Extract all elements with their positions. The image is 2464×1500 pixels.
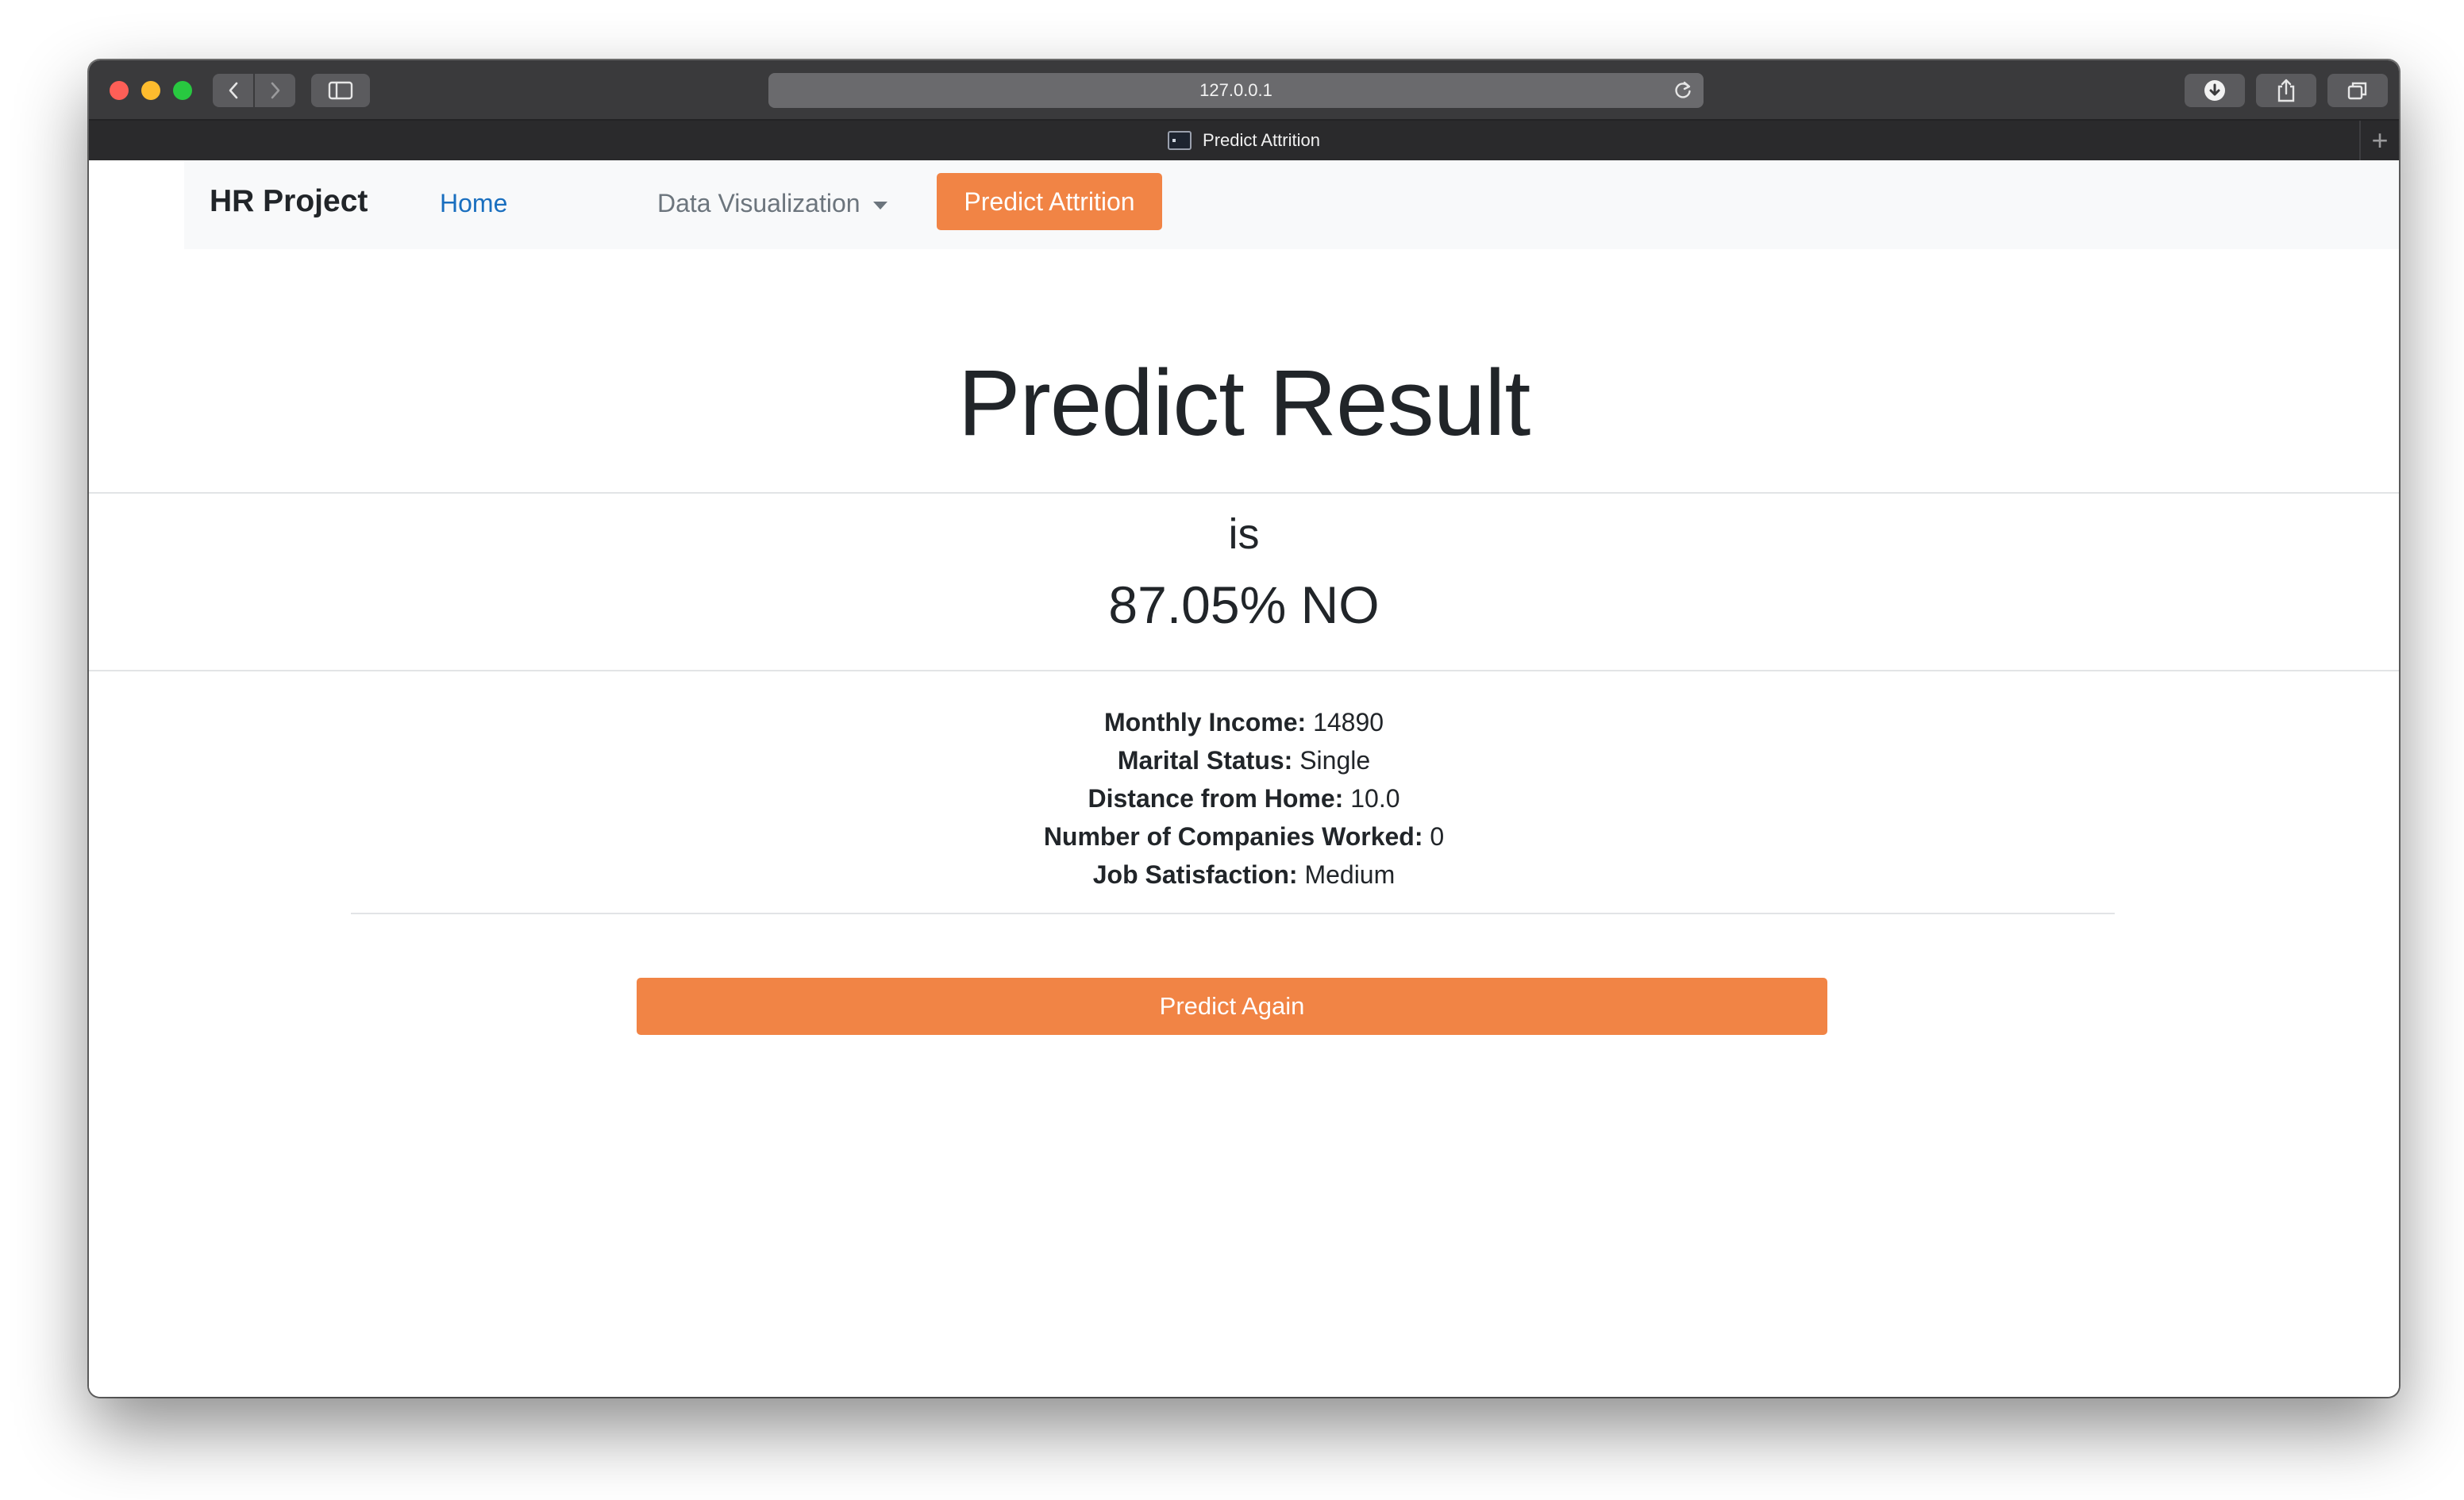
nav-dropdown-data-visualization[interactable]: Data Visualization: [657, 189, 887, 218]
zoom-window-button[interactable]: [173, 81, 192, 100]
screen: 127.0.0.1 Predict Attrition + HR Project…: [0, 0, 2464, 1500]
caret-down-icon: [872, 201, 887, 210]
download-icon: [2204, 80, 2225, 101]
divider: [89, 670, 2399, 671]
forward-button[interactable]: [253, 74, 295, 107]
nav-dropdown-label: Data Visualization: [657, 189, 860, 217]
detail-value: Single: [1299, 746, 1371, 775]
detail-label: Monthly Income:: [1103, 708, 1307, 737]
sidebar-icon: [328, 81, 353, 100]
detail-companies-worked: Number of Companies Worked: 0: [89, 817, 2399, 856]
input-summary: Monthly Income: 14890 Marital Status: Si…: [89, 703, 2399, 894]
detail-job-satisfaction: Job Satisfaction: Medium: [89, 856, 2399, 894]
divider: [351, 913, 2115, 914]
predict-again-button[interactable]: Predict Again: [637, 978, 1827, 1035]
chevron-right-icon: [271, 82, 279, 99]
nav-link-home[interactable]: Home: [440, 189, 507, 218]
detail-monthly-income: Monthly Income: 14890: [89, 703, 2399, 741]
tab-bar: Predict Attrition +: [89, 119, 2399, 160]
detail-label: Number of Companies Worked:: [1043, 822, 1423, 851]
minimize-window-button[interactable]: [141, 81, 160, 100]
browser-toolbar: 127.0.0.1: [89, 60, 2399, 119]
downloads-button[interactable]: [2185, 74, 2245, 107]
detail-value: Medium: [1304, 860, 1396, 889]
history-nav-group: [213, 74, 295, 107]
detail-label: Job Satisfaction:: [1092, 860, 1298, 889]
detail-value: 10.0: [1350, 784, 1400, 813]
web-page: HR Project Home Data Visualization Predi…: [89, 160, 2399, 1397]
page-title: Predict Result: [957, 351, 1531, 456]
tab-overview-button[interactable]: [2327, 74, 2388, 107]
active-tab[interactable]: Predict Attrition: [89, 121, 2399, 160]
site-navbar: HR Project Home Data Visualization Predi…: [184, 160, 2399, 249]
result-prefix: is: [1228, 510, 1260, 558]
tab-title: Predict Attrition: [1203, 130, 1320, 150]
terminal-favicon-icon: [1168, 131, 1192, 150]
reload-icon[interactable]: [1672, 79, 1694, 102]
detail-label: Distance from Home:: [1088, 784, 1344, 813]
plus-icon: +: [2371, 124, 2389, 156]
nav-button-predict-attrition[interactable]: Predict Attrition: [937, 173, 1162, 230]
back-button[interactable]: [213, 74, 253, 107]
address-bar[interactable]: 127.0.0.1: [768, 73, 1704, 108]
detail-value: 0: [1430, 822, 1445, 851]
detail-label: Marital Status:: [1117, 746, 1293, 775]
close-window-button[interactable]: [110, 81, 129, 100]
detail-marital-status: Marital Status: Single: [89, 741, 2399, 779]
divider: [89, 492, 2399, 494]
share-button[interactable]: [2256, 74, 2316, 107]
new-tab-button[interactable]: +: [2359, 121, 2399, 160]
share-icon: [2277, 79, 2295, 102]
detail-distance-from-home: Distance from Home: 10.0: [89, 779, 2399, 817]
browser-window: 127.0.0.1 Predict Attrition + HR Project…: [89, 60, 2399, 1397]
chevron-left-icon: [229, 82, 237, 99]
detail-value: 14890: [1313, 708, 1384, 737]
url-text: 127.0.0.1: [1199, 80, 1272, 100]
navbar-brand[interactable]: HR Project: [210, 184, 368, 219]
sidebar-toggle-button[interactable]: [311, 74, 370, 107]
tabs-overview-icon: [2347, 82, 2367, 100]
prediction-result: 87.05% NO: [1108, 575, 1380, 634]
